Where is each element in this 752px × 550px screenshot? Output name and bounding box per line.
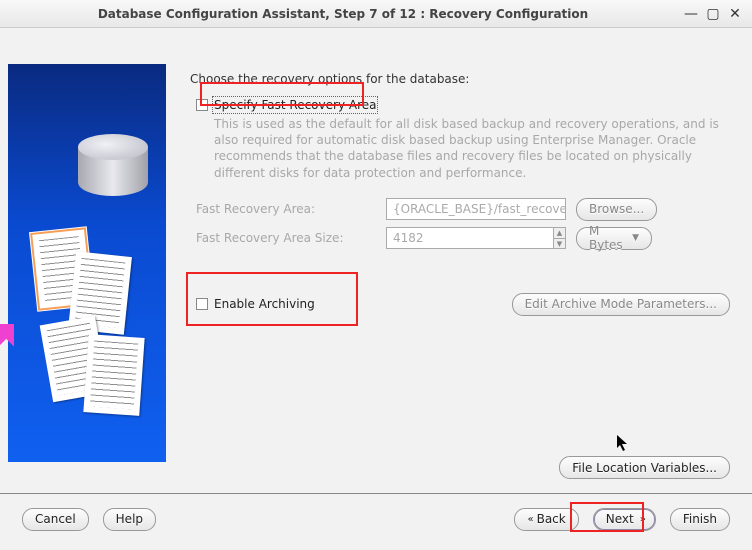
cursor-icon (616, 434, 630, 456)
file-location-variables-button[interactable]: File Location Variables... (559, 456, 730, 479)
enable-archiving-checkbox-row[interactable]: Enable Archiving (196, 297, 315, 311)
window-title: Database Configuration Assistant, Step 7… (8, 7, 678, 21)
enable-archiving-label: Enable Archiving (214, 297, 315, 311)
chevron-down-icon[interactable]: ▼ (554, 239, 565, 249)
chevron-down-icon: ▼ (632, 233, 639, 243)
chevron-left-icon: « (527, 514, 530, 525)
fra-size-input[interactable]: 4182 (386, 227, 554, 249)
main-panel: Choose the recovery options for the data… (166, 34, 744, 489)
browse-button[interactable]: Browse... (576, 198, 657, 221)
fra-location-row: Fast Recovery Area: {ORACLE_BASE}/fast_r… (186, 195, 730, 224)
fra-size-unit-select[interactable]: M Bytes ▼ (576, 227, 652, 250)
wizard-footer: Cancel Help «Back Next» Finish (0, 494, 752, 544)
fra-size-label: Fast Recovery Area Size: (196, 231, 376, 245)
chevron-up-icon[interactable]: ▲ (554, 228, 565, 239)
edit-archive-params-button[interactable]: Edit Archive Mode Parameters... (512, 293, 730, 316)
fra-size-spinner[interactable]: ▲▼ (554, 227, 566, 249)
chevron-right-icon: » (640, 514, 643, 525)
back-button[interactable]: «Back (514, 508, 578, 531)
wizard-sidebar-image (8, 64, 166, 462)
specify-fra-label: Specify Fast Recovery Area (214, 98, 376, 112)
page-prompt: Choose the recovery options for the data… (186, 40, 730, 94)
close-icon[interactable]: ✕ (726, 6, 744, 22)
help-button[interactable]: Help (103, 508, 156, 531)
arrow-icon (0, 301, 37, 346)
finish-button[interactable]: Finish (670, 508, 730, 531)
title-bar: Database Configuration Assistant, Step 7… (0, 0, 752, 28)
fra-location-input[interactable]: {ORACLE_BASE}/fast_recovery_a (386, 198, 566, 220)
maximize-icon[interactable]: ▢ (704, 6, 722, 22)
next-button[interactable]: Next» (593, 508, 656, 531)
fra-location-label: Fast Recovery Area: (196, 202, 376, 216)
minimize-icon[interactable]: — (682, 6, 700, 22)
specify-fra-checkbox[interactable] (196, 99, 208, 111)
cancel-button[interactable]: Cancel (22, 508, 89, 531)
specify-fra-checkbox-row[interactable]: Specify Fast Recovery Area (186, 94, 730, 114)
fra-help-text: This is used as the default for all disk… (186, 114, 730, 195)
fra-size-row: Fast Recovery Area Size: 4182 ▲▼ M Bytes… (186, 224, 730, 253)
enable-archiving-checkbox[interactable] (196, 298, 208, 310)
